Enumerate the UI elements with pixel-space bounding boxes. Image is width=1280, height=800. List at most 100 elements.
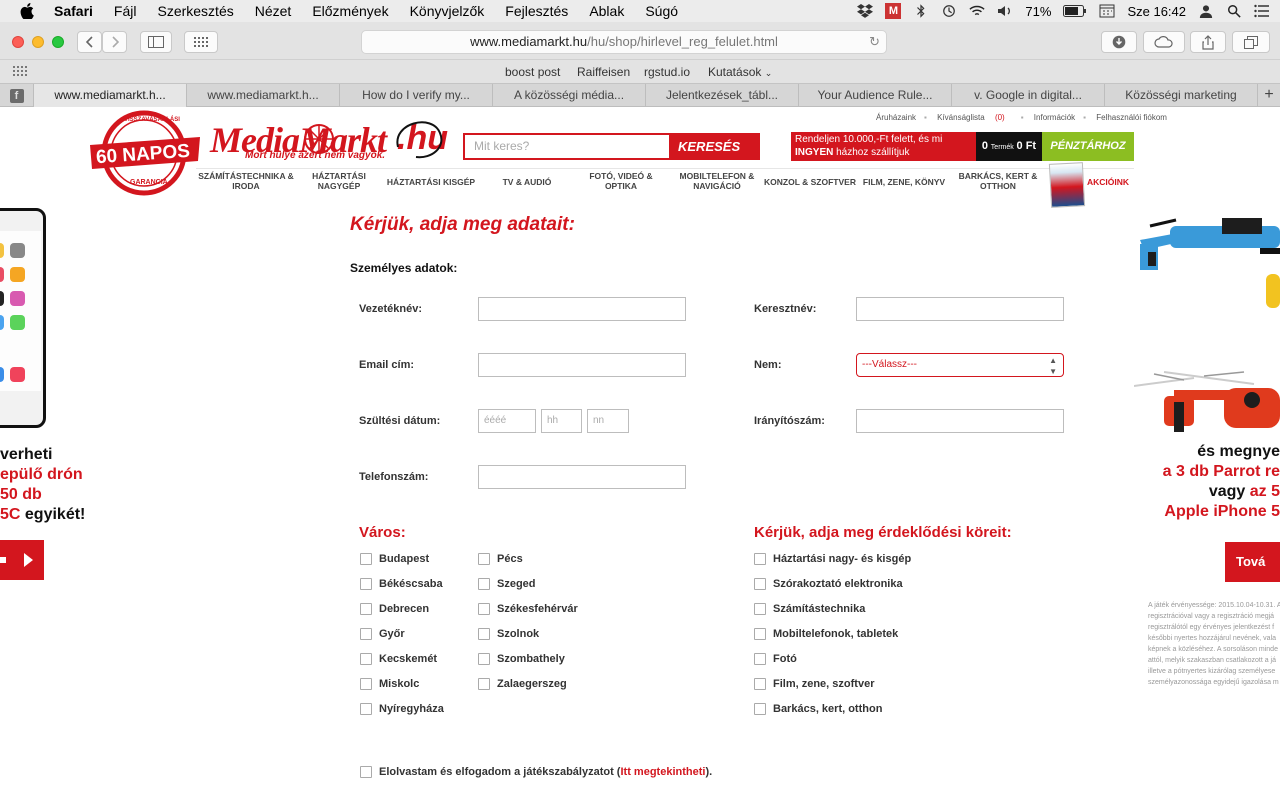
fullscreen-window-button[interactable] bbox=[52, 36, 64, 48]
gender-select[interactable]: ---Válassz--- ▲ ▼ bbox=[856, 353, 1064, 377]
birth-day-input[interactable]: nn bbox=[587, 409, 629, 433]
terms-checkbox[interactable] bbox=[360, 766, 372, 778]
new-tab-button[interactable]: + bbox=[1258, 84, 1280, 107]
volume-icon[interactable] bbox=[997, 4, 1013, 18]
pinned-tab-facebook[interactable]: f bbox=[0, 84, 34, 107]
tab-jelentkezesek[interactable]: Jelentkezések_tábl... bbox=[646, 84, 799, 107]
menu-view[interactable]: Nézet bbox=[255, 3, 292, 19]
calendar-icon[interactable] bbox=[1099, 4, 1115, 18]
dropbox-icon[interactable] bbox=[857, 4, 874, 18]
city-checkbox[interactable] bbox=[360, 628, 372, 640]
tab-verify[interactable]: How do I verify my... bbox=[340, 84, 493, 107]
left-banner-button[interactable] bbox=[0, 540, 44, 580]
user-icon[interactable] bbox=[1198, 4, 1214, 18]
minimize-window-button[interactable] bbox=[32, 36, 44, 48]
tab-audience-rule[interactable]: Your Audience Rule... bbox=[799, 84, 952, 107]
menu-history[interactable]: Előzmények bbox=[312, 3, 388, 19]
nav-small-appliances[interactable]: HÁZTARTÁSI KISGÉP bbox=[386, 177, 476, 187]
birth-month-input[interactable]: hh bbox=[541, 409, 582, 433]
top-sites-button[interactable] bbox=[184, 31, 218, 53]
city-checkbox[interactable] bbox=[478, 578, 490, 590]
link-info[interactable]: Információk bbox=[1034, 113, 1075, 122]
city-checkbox[interactable] bbox=[478, 678, 490, 690]
nav-computing[interactable]: SZÁMÍTÁSTECHNIKA & IRODA bbox=[196, 171, 296, 191]
phone-input[interactable] bbox=[478, 465, 686, 489]
tab-mediamarkt-active[interactable]: www.mediamarkt.h... bbox=[34, 84, 187, 107]
tab-kozossegi-media[interactable]: A közösségi média... bbox=[493, 84, 646, 107]
close-window-button[interactable] bbox=[12, 36, 24, 48]
zip-input[interactable] bbox=[856, 409, 1064, 433]
city-checkbox[interactable] bbox=[360, 678, 372, 690]
interest-checkbox[interactable] bbox=[754, 603, 766, 615]
menu-help[interactable]: Súgó bbox=[645, 3, 678, 19]
spotlight-search-icon[interactable] bbox=[1226, 4, 1242, 18]
menu-bookmarks[interactable]: Könyvjelzők bbox=[410, 3, 485, 19]
right-promo-banner[interactable]: és megnye a 3 db Parrot re vagy az 5 App… bbox=[1134, 204, 1280, 744]
favorite-raiffeisen[interactable]: Raiffeisen bbox=[577, 65, 630, 79]
interest-checkbox[interactable] bbox=[754, 678, 766, 690]
city-checkbox[interactable] bbox=[478, 653, 490, 665]
tab-mediamarkt-2[interactable]: www.mediamarkt.h... bbox=[187, 84, 340, 107]
nav-tv-audio[interactable]: TV & AUDIÓ bbox=[492, 177, 562, 187]
forward-button[interactable] bbox=[102, 31, 127, 53]
bluetooth-icon[interactable] bbox=[913, 4, 929, 18]
checkout-button[interactable]: PÉNZTÁRHOZ bbox=[1042, 132, 1134, 161]
terms-link[interactable]: Itt megtekintheti bbox=[620, 766, 705, 778]
menu-app-safari[interactable]: Safari bbox=[54, 3, 93, 19]
promo-leaflet-image[interactable] bbox=[1048, 162, 1086, 208]
interest-checkbox[interactable] bbox=[754, 553, 766, 565]
favorite-boost-post[interactable]: boost post bbox=[505, 65, 560, 79]
time-machine-icon[interactable] bbox=[941, 4, 957, 18]
icloud-button[interactable] bbox=[1143, 31, 1185, 53]
menu-develop[interactable]: Fejlesztés bbox=[505, 3, 568, 19]
notification-center-icon[interactable] bbox=[1254, 4, 1270, 18]
city-checkbox[interactable] bbox=[360, 703, 372, 715]
link-account[interactable]: Felhasználói fiókom bbox=[1096, 113, 1167, 122]
sidebar-toggle-button[interactable] bbox=[140, 31, 172, 53]
apple-icon[interactable] bbox=[20, 3, 34, 19]
city-checkbox[interactable] bbox=[360, 553, 372, 565]
favorite-kutatasok[interactable]: Kutatások ⌄ bbox=[708, 65, 772, 79]
cart-summary[interactable]: 0 Termék 0 Ft bbox=[976, 132, 1042, 161]
city-checkbox[interactable] bbox=[360, 603, 372, 615]
tabs-overview-button[interactable] bbox=[1232, 31, 1270, 53]
interest-checkbox[interactable] bbox=[754, 628, 766, 640]
reload-icon[interactable]: ↻ bbox=[869, 31, 880, 53]
menu-edit[interactable]: Szerkesztés bbox=[157, 3, 233, 19]
nav-deals[interactable]: AKCIÓINK bbox=[1084, 177, 1132, 187]
nav-mobile-navigation[interactable]: MOBILTELEFON & NAVIGÁCIÓ bbox=[672, 171, 762, 191]
interest-checkbox[interactable] bbox=[754, 578, 766, 590]
favorites-grid-icon[interactable] bbox=[13, 66, 27, 76]
wifi-icon[interactable] bbox=[969, 4, 986, 18]
downloads-button[interactable] bbox=[1101, 31, 1137, 53]
city-checkbox[interactable] bbox=[360, 578, 372, 590]
nav-console-software[interactable]: KONZOL & SZOFTVER bbox=[764, 177, 856, 187]
city-checkbox[interactable] bbox=[478, 553, 490, 565]
city-checkbox[interactable] bbox=[360, 653, 372, 665]
nav-large-appliances[interactable]: HÁZTARTÁSI NAGYGÉP bbox=[306, 171, 372, 191]
link-stores[interactable]: Áruházaink bbox=[876, 113, 916, 122]
search-button[interactable]: KERESÉS bbox=[670, 133, 760, 182]
back-button[interactable] bbox=[77, 31, 102, 53]
menu-window[interactable]: Ablak bbox=[589, 3, 624, 19]
favorite-rgstudio[interactable]: rgstud.io bbox=[644, 65, 690, 79]
share-button[interactable] bbox=[1190, 31, 1226, 53]
gmail-icon[interactable]: M bbox=[885, 3, 902, 19]
first-name-input[interactable] bbox=[856, 297, 1064, 321]
city-checkbox[interactable] bbox=[478, 603, 490, 615]
battery-icon[interactable] bbox=[1063, 5, 1087, 17]
link-wishlist[interactable]: Kívánságlista (0) bbox=[937, 113, 1013, 122]
address-bar[interactable]: www.mediamarkt.hu/hu/shop/hirlevel_reg_f… bbox=[361, 30, 887, 54]
search-input[interactable]: Mit keres? bbox=[463, 133, 671, 160]
email-input[interactable] bbox=[478, 353, 686, 377]
last-name-input[interactable] bbox=[478, 297, 686, 321]
left-promo-banner[interactable]: verheti epülő drón 50 db 5C egyikét! bbox=[0, 204, 92, 624]
birth-year-input[interactable]: éééé bbox=[478, 409, 536, 433]
city-checkbox[interactable] bbox=[478, 628, 490, 640]
interest-checkbox[interactable] bbox=[754, 653, 766, 665]
nav-diy-garden-home[interactable]: BARKÁCS, KERT & OTTHON bbox=[956, 171, 1040, 191]
menu-file[interactable]: Fájl bbox=[114, 3, 137, 19]
tab-google-digital[interactable]: v. Google in digital... bbox=[952, 84, 1105, 107]
interest-checkbox[interactable] bbox=[754, 703, 766, 715]
right-banner-button[interactable]: Tová bbox=[1225, 542, 1280, 582]
